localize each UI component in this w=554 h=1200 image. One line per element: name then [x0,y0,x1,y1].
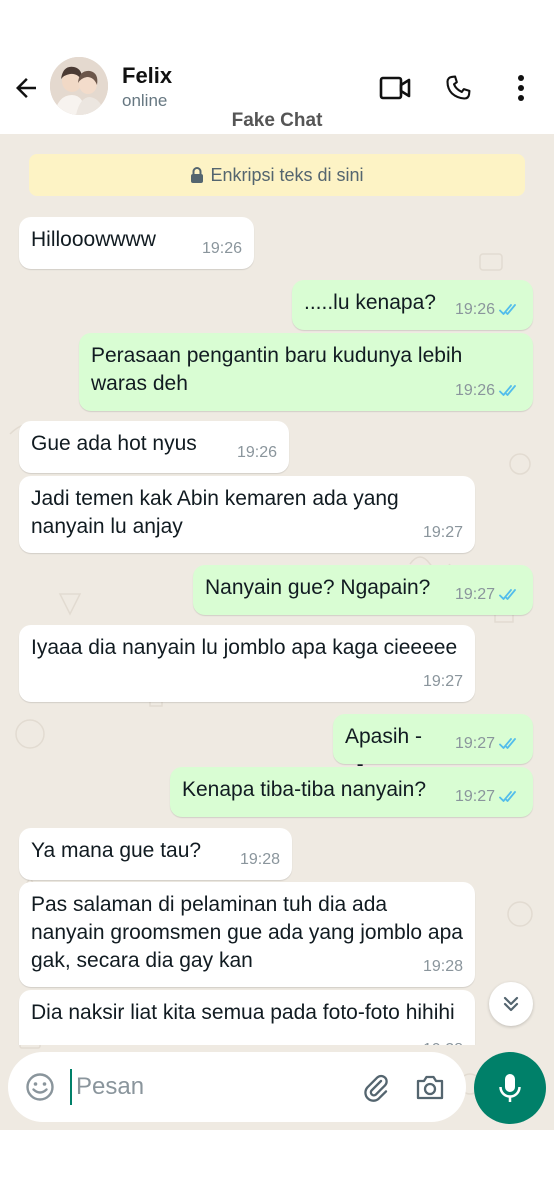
microphone-icon [499,1074,521,1102]
emoji-button[interactable] [22,1069,58,1105]
voice-message-button[interactable] [474,1052,546,1124]
message-input[interactable] [70,1069,350,1105]
message-composer [8,1052,466,1122]
message-text: Dia naksir liat kita semua pada foto-fot… [31,1001,455,1024]
message-meta: 19:28 [423,1036,463,1045]
incoming-message[interactable]: Dia naksir liat kita semua pada foto-fot… [19,990,475,1045]
camera-button[interactable] [412,1069,448,1105]
bottom-bar [0,1130,554,1200]
emoji-icon [26,1073,54,1101]
attach-button[interactable] [358,1069,394,1105]
camera-icon [416,1075,444,1100]
message-clip: Dia naksir liat kita semua pada foto-fot… [0,0,554,1045]
paperclip-icon [364,1074,388,1102]
message-time: 19:28 [423,1036,463,1045]
